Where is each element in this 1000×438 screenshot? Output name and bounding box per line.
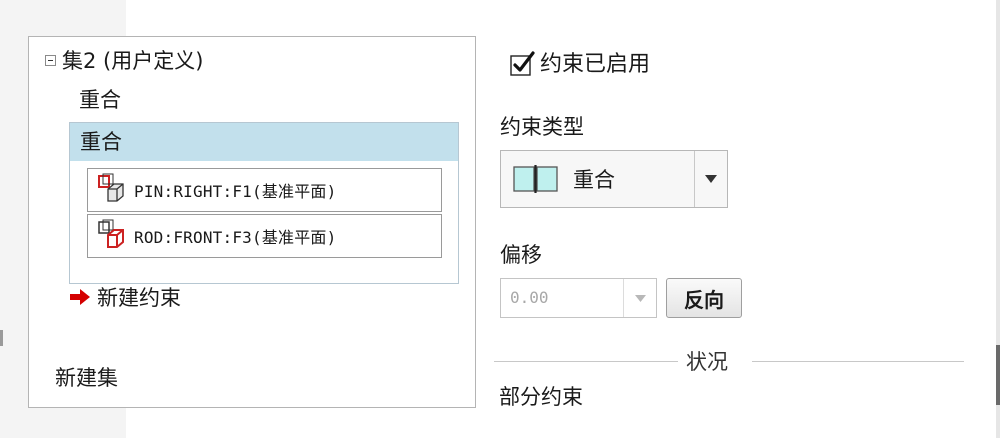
offset-label: 偏移 bbox=[500, 243, 542, 267]
chevron-down-icon[interactable] bbox=[694, 151, 727, 207]
assembly-constraint-dialog: 集2 (用户定义) 重合 重合 PIN:RIGHT:F1(基准平面) ROD:F… bbox=[0, 0, 1000, 438]
tree-set-node[interactable]: 集2 (用户定义) bbox=[45, 47, 203, 73]
left-edge-tick bbox=[0, 330, 3, 346]
collapse-icon[interactable] bbox=[45, 54, 56, 66]
tree-constraint-item[interactable]: 重合 bbox=[79, 85, 121, 115]
flip-button[interactable]: 反向 bbox=[666, 278, 742, 318]
reference-label-2: ROD:FRONT:F3(基准平面) bbox=[134, 228, 337, 247]
red-arrow-icon bbox=[69, 287, 91, 307]
reference-item-2[interactable]: ROD:FRONT:F3(基准平面) bbox=[87, 214, 442, 258]
status-heading: 状况 bbox=[686, 350, 728, 374]
constraint-type-label: 约束类型 bbox=[500, 115, 584, 139]
datum-plane-part-icon bbox=[96, 173, 126, 207]
scrollbar-thumb[interactable] bbox=[996, 345, 1000, 405]
selected-constraint[interactable]: 重合 PIN:RIGHT:F1(基准平面) ROD:FRONT:F3(基准平面) bbox=[69, 122, 459, 284]
coincident-icon bbox=[513, 165, 559, 193]
constraint-tree-panel: 集2 (用户定义) 重合 重合 PIN:RIGHT:F1(基准平面) ROD:F… bbox=[28, 36, 476, 408]
constraint-enabled-label: 约束已启用 bbox=[540, 52, 651, 77]
new-set-link[interactable]: 新建集 bbox=[55, 362, 118, 394]
constraint-enabled-checkbox[interactable]: 约束已启用 bbox=[510, 45, 650, 79]
status-divider-left bbox=[494, 361, 678, 362]
status-divider-right bbox=[752, 361, 964, 362]
constraint-type-select[interactable]: 重合 bbox=[500, 150, 728, 208]
status-value: 部分约束 bbox=[499, 385, 583, 409]
offset-input[interactable]: 0.00 bbox=[500, 278, 657, 318]
top-margin bbox=[126, 0, 1000, 36]
new-constraint-link[interactable]: 新建约束 bbox=[69, 282, 181, 312]
offset-value: 0.00 bbox=[510, 288, 549, 307]
reference-item-1[interactable]: PIN:RIGHT:F1(基准平面) bbox=[87, 168, 442, 212]
selected-constraint-label[interactable]: 重合 bbox=[70, 123, 458, 161]
new-constraint-label: 新建约束 bbox=[97, 286, 181, 310]
checkmark-icon[interactable] bbox=[510, 50, 535, 76]
reference-label-1: PIN:RIGHT:F1(基准平面) bbox=[134, 182, 337, 201]
datum-plane-part-icon bbox=[96, 219, 126, 253]
set-label: 集2 (用户定义) bbox=[62, 49, 204, 73]
chevron-down-icon[interactable] bbox=[623, 279, 656, 317]
constraint-type-value: 重合 bbox=[573, 168, 615, 192]
